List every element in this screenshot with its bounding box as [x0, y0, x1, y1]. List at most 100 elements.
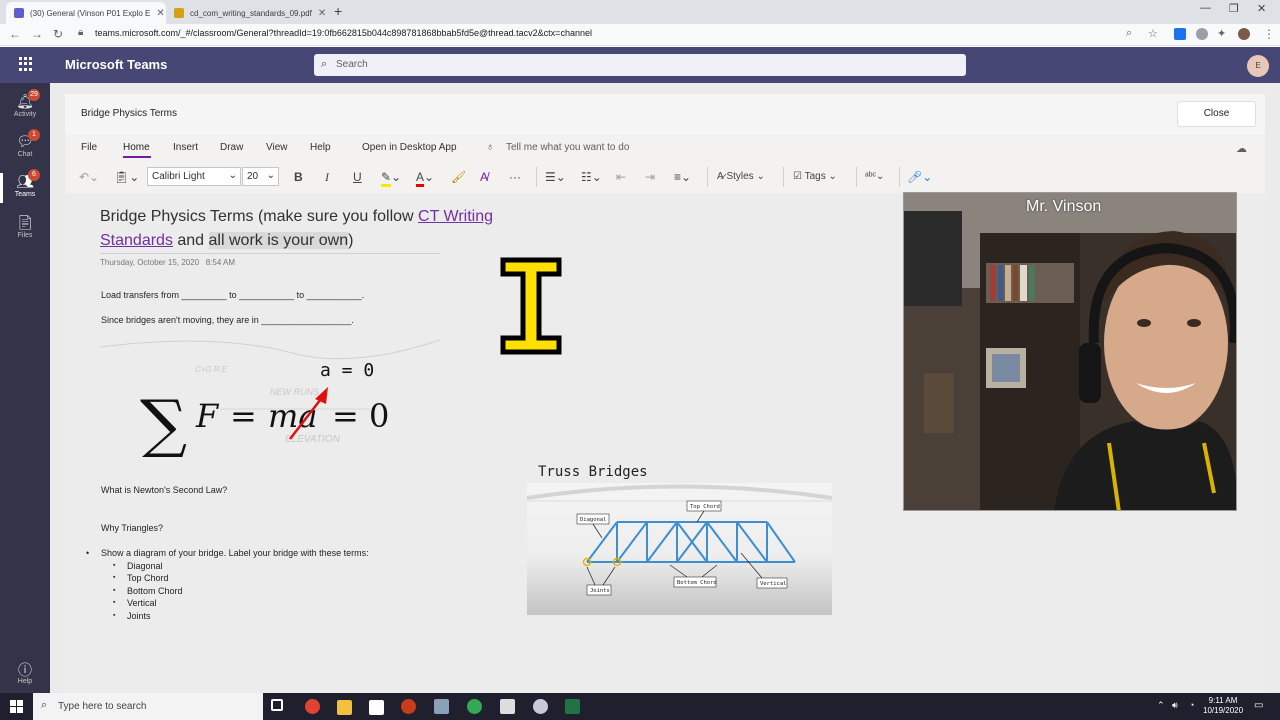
rail-item-chat[interactable]: 💬︎ Chat 1: [0, 129, 50, 158]
underline-icon[interactable]: U: [353, 169, 362, 185]
app-icon[interactable]: [533, 699, 548, 714]
presenter-name: Mr. Vinson: [1026, 198, 1102, 215]
clock-date: 10/19/2020: [1203, 706, 1244, 715]
ribbon-divider: [899, 167, 900, 187]
excel-icon[interactable]: [565, 699, 580, 714]
app-launcher-icon[interactable]: [19, 57, 33, 71]
question-triangles[interactable]: Why Triangles?: [101, 523, 163, 533]
network-icon[interactable]: ◔: [1189, 700, 1194, 710]
highlight-icon[interactable]: ✎⌄: [381, 169, 401, 187]
tab-home[interactable]: Home: [123, 142, 150, 153]
tags-icon: ☑: [793, 171, 802, 182]
tab-view[interactable]: View: [266, 142, 288, 153]
tab-insert[interactable]: Insert: [173, 142, 198, 153]
chrome-alt-icon[interactable]: [467, 699, 482, 714]
bold-icon[interactable]: B: [294, 169, 303, 185]
minimize-icon[interactable]: —: [1200, 2, 1211, 14]
svg-text:= 0: = 0: [332, 397, 389, 435]
taskbar-search-input[interactable]: ⌕ Type here to search: [33, 693, 263, 720]
url-field[interactable]: teams.microsoft.com/_#/classroom/General…: [95, 28, 592, 38]
close-tab-icon[interactable]: ✕: [150, 8, 164, 19]
teams-icon: 👥︎: [16, 173, 34, 189]
rail-item-help[interactable]: ⓘ Help: [0, 660, 50, 685]
styles-button[interactable]: A̷ Styles ⌄: [717, 169, 765, 185]
time-text: 8:54 AM: [205, 258, 236, 267]
search-input[interactable]: ⌕ Search: [314, 54, 966, 76]
ribbon-divider: [707, 167, 708, 187]
date-text: Thursday, October 15, 2020: [100, 258, 200, 267]
font-name-select[interactable]: Calibri Light ⌄: [147, 167, 241, 186]
undo-icon[interactable]: ↶⌄: [79, 169, 99, 185]
tab-help[interactable]: Help: [310, 142, 331, 153]
increase-indent-icon[interactable]: ⇥: [645, 169, 655, 185]
note-line-equilibrium[interactable]: Since bridges aren't moving, they are in…: [101, 315, 354, 325]
tags-button[interactable]: ☑ Tags ⌄: [793, 169, 837, 185]
tags-label: Tags: [804, 171, 826, 182]
tray-chevron-icon[interactable]: ⌃: [1157, 700, 1165, 711]
close-button[interactable]: Close: [1177, 101, 1256, 127]
rail-item-teams[interactable]: 👥︎ Teams 6: [0, 169, 50, 203]
app-icon[interactable]: [434, 699, 449, 714]
new-tab-icon[interactable]: +: [334, 3, 342, 19]
more-icon[interactable]: ···: [509, 169, 521, 185]
extension-icon[interactable]: [1174, 28, 1186, 40]
note-line-load-transfers[interactable]: Load transfers from _________ to _______…: [101, 290, 364, 300]
windows-start-icon[interactable]: [10, 700, 23, 713]
clear-formatting-icon[interactable]: A̸: [480, 169, 488, 185]
rail-item-activity[interactable]: 🔔︎ Activity 29: [0, 89, 50, 118]
collapse-ribbon-icon[interactable]: ☁: [1236, 142, 1247, 155]
task-view-icon[interactable]: [271, 699, 283, 711]
browser-menu-icon[interactable]: ⋮: [1263, 27, 1275, 41]
notification-badge: 6: [28, 169, 40, 181]
chrome-icon[interactable]: [305, 699, 320, 714]
dictate-icon[interactable]: 🎤︎⌄: [907, 169, 932, 185]
list-item: Vertical: [86, 597, 369, 610]
page-title[interactable]: Bridge Physics Terms (make sure you foll…: [100, 205, 550, 253]
tab-file[interactable]: File: [81, 142, 97, 153]
close-tab-icon[interactable]: ✕: [312, 8, 326, 19]
bullets-icon[interactable]: ☰⌄: [545, 169, 566, 185]
truss-label-top-chord: Top Chord: [690, 504, 720, 510]
browser-tab-teams[interactable]: (30) General (Vinson P01 Explo E ✕: [6, 2, 166, 24]
notifications-icon[interactable]: ▭: [1254, 700, 1263, 711]
bullet-list[interactable]: Show a diagram of your bridge. Label you…: [86, 547, 369, 623]
rail-item-files[interactable]: 📄︎ Files: [0, 214, 50, 239]
teams-favicon-icon: [14, 8, 24, 18]
font-name-value: Calibri Light: [152, 171, 205, 182]
open-desktop-app-button[interactable]: Open in Desktop App: [362, 142, 457, 153]
powerpoint-icon[interactable]: [401, 699, 416, 714]
profile-avatar[interactable]: [1238, 28, 1250, 40]
font-color-icon[interactable]: A⌄: [416, 169, 434, 187]
tab-draw[interactable]: Draw: [220, 142, 243, 153]
back-icon[interactable]: ←: [9, 27, 21, 41]
selected-tab-indicator: [123, 156, 151, 158]
avatar[interactable]: E: [1247, 55, 1269, 77]
numbering-icon[interactable]: ☷⌄: [581, 169, 602, 185]
align-icon[interactable]: ≡⌄: [674, 169, 691, 185]
truss-label-bottom-chord: Bottom Chord: [677, 580, 717, 586]
file-explorer-icon[interactable]: [337, 700, 352, 715]
font-size-select[interactable]: 20 ⌄: [242, 167, 279, 186]
extensions-puzzle-icon[interactable]: ✦: [1217, 27, 1226, 40]
volume-icon[interactable]: 🔊︎: [1172, 700, 1178, 711]
italic-icon[interactable]: I: [325, 169, 329, 185]
reload-icon[interactable]: ↻: [53, 27, 63, 41]
browser-tab-strip: (30) General (Vinson P01 Explo E ✕ cd_co…: [0, 0, 1280, 24]
tell-me-input[interactable]: Tell me what you want to do: [506, 142, 629, 153]
forward-icon[interactable]: →: [31, 27, 43, 41]
clipboard-icon[interactable]: 📋︎⌄: [114, 169, 139, 185]
format-painter-icon[interactable]: 🖌︎: [451, 169, 466, 185]
zoom-icon[interactable]: ⌕: [1126, 27, 1132, 40]
calculator-icon[interactable]: [500, 699, 515, 714]
restore-icon[interactable]: ❐: [1229, 2, 1239, 15]
browser-tab-pdf[interactable]: cd_com_writing_standards_09.pdf ✕: [166, 2, 326, 24]
close-window-icon[interactable]: ✕: [1257, 2, 1266, 15]
decrease-indent-icon[interactable]: ⇤: [616, 169, 626, 185]
clock-time: 9:11 AM: [1208, 696, 1238, 705]
question-newtons-law[interactable]: What is Newton's Second Law?: [101, 485, 227, 495]
spelling-icon[interactable]: ᵃᵇᶜ⌄: [865, 169, 884, 185]
mail-icon[interactable]: [369, 700, 384, 715]
extension-icon[interactable]: [1196, 28, 1208, 40]
taskbar-clock[interactable]: 9:11 AM 10/19/2020: [1203, 696, 1243, 716]
star-icon[interactable]: ☆: [1148, 27, 1158, 40]
